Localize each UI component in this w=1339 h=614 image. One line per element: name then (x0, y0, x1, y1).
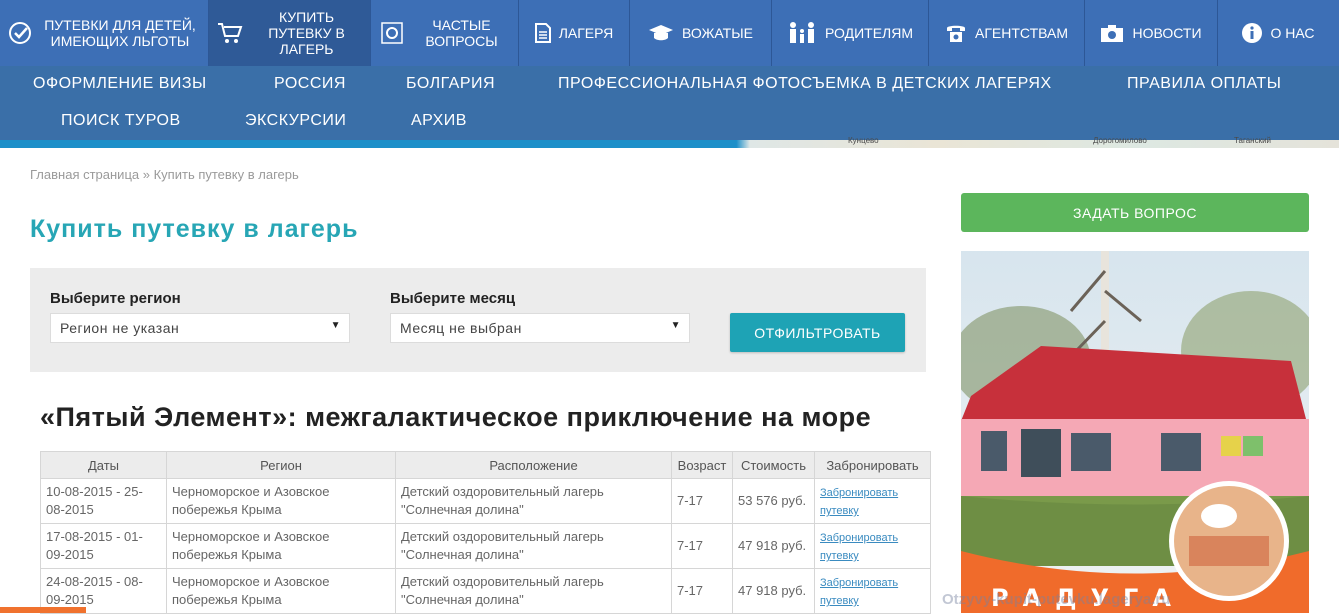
nav-label: Путевки для детей, имеющих льготы (44, 17, 196, 49)
subnav-bulgaria[interactable]: БОЛГАРИЯ (406, 75, 495, 93)
cell-location: Детский оздоровительный лагерь "Солнечна… (395, 478, 672, 524)
cell-book: Забронировать путевку (814, 523, 931, 569)
nav-item-buy[interactable]: Купить путевку в лагерь (209, 0, 371, 66)
month-label: Выберите месяц (390, 290, 516, 307)
book-link[interactable]: Забронировать путевку (820, 487, 898, 517)
cell-location: Детский оздоровительный лагерь "Солнечна… (395, 568, 672, 614)
ask-question-button[interactable]: Задать вопрос (961, 193, 1309, 232)
camp-promo-banner[interactable]: РАДУГА (961, 251, 1309, 613)
cell-region: Черноморское и Азовское побережья Крыма (166, 523, 396, 569)
cell-region: Черноморское и Азовское побережья Крыма (166, 478, 396, 524)
page-title: Купить путевку в лагерь (30, 215, 359, 243)
table-header-row: Даты Регион Расположение Возраст Стоимос… (40, 451, 931, 479)
table-row: 10-08-2015 - 25-08-2015 Черноморское и А… (40, 478, 931, 524)
camp-title: «Пятый Элемент»: межгалактическое приклю… (40, 402, 872, 432)
cell-age: 7-17 (671, 478, 733, 524)
filter-button[interactable]: Отфильтровать (730, 313, 905, 352)
subnav-visa[interactable]: ОФОРМЛЕНИЕ ВИЗЫ (33, 75, 207, 93)
breadcrumb-current: Купить путевку в лагерь (153, 167, 299, 182)
tours-table: Даты Регион Расположение Возраст Стоимос… (40, 451, 931, 614)
col-header-region: Регион (166, 451, 396, 479)
subnav-tour-search[interactable]: ПОИСК ТУРОВ (61, 112, 181, 130)
breadcrumb-separator: » (142, 167, 150, 182)
table-row: 17-08-2015 - 01-09-2015 Черноморское и А… (40, 523, 931, 569)
nav-label: Частые вопросы (425, 17, 498, 49)
nav-item-camps[interactable]: Лагеря (519, 0, 630, 66)
top-navigation: Путевки для детей, имеющих льготы Купить… (0, 0, 1339, 66)
book-link[interactable]: Забронировать путевку (820, 532, 898, 562)
subnav-russia[interactable]: РОССИЯ (274, 75, 346, 93)
cell-dates: 10-08-2015 - 25-08-2015 (40, 478, 167, 524)
col-header-dates: Даты (40, 451, 167, 479)
nav-item-faq[interactable]: Частые вопросы (371, 0, 519, 66)
map-label: Кунцево (848, 136, 879, 145)
watermark: Otzyvy-kupit-putevku.lagerya.ru (942, 591, 1171, 608)
month-select[interactable]: Месяц не выбран ▼ (390, 313, 690, 343)
nav-label: О нас (1270, 25, 1315, 41)
nav-label: Родителям (824, 25, 913, 41)
cell-location: Детский оздоровительный лагерь "Солнечна… (395, 523, 672, 569)
cell-age: 7-17 (671, 568, 733, 614)
phone-icon (947, 25, 965, 42)
camp-photo-illustration (961, 251, 1309, 613)
camera-icon (1101, 25, 1124, 42)
map-label: Дорогомилово (1093, 136, 1147, 145)
sun-icon (381, 22, 403, 44)
col-header-book: Забронировать (814, 451, 931, 479)
book-link[interactable]: Забронировать путевку (820, 577, 898, 607)
nav-item-benefits[interactable]: Путевки для детей, имеющих льготы (0, 0, 209, 66)
region-label: Выберите регион (50, 290, 181, 307)
cell-book: Забронировать путевку (814, 478, 931, 524)
breadcrumb-home[interactable]: Главная страница (30, 167, 139, 182)
subnav-archive[interactable]: АРХИВ (411, 112, 467, 130)
info-icon (1242, 23, 1263, 43)
check-circle-icon (9, 22, 31, 44)
nav-label: Купить путевку в лагерь (268, 9, 345, 57)
cell-price: 47 918 руб. (732, 568, 815, 614)
nav-item-about[interactable]: О нас (1218, 0, 1339, 66)
nav-item-agencies[interactable]: Агентствам (929, 0, 1085, 66)
subnav-photo[interactable]: ПРОФЕССИОНАЛЬНАЯ ФОТОСЪЕМКА В ДЕТСКИХ ЛА… (558, 75, 1052, 93)
map-label: Таганский (1234, 136, 1272, 145)
col-header-price: Стоимость (732, 451, 815, 479)
cell-price: 53 576 руб. (732, 478, 815, 524)
nav-label: Агентствам (975, 25, 1068, 41)
subnav-payment-rules[interactable]: ПРАВИЛА ОПЛАТЫ (1127, 75, 1281, 93)
dropdown-arrow-icon: ▼ (670, 320, 681, 331)
breadcrumb: Главная страница » Купить путевку в лаге… (30, 167, 299, 182)
col-header-location: Расположение (395, 451, 672, 479)
nav-label: Лагеря (558, 25, 614, 41)
secondary-navigation: ОФОРМЛЕНИЕ ВИЗЫ РОССИЯ БОЛГАРИЯ ПРОФЕССИ… (0, 66, 1339, 140)
nav-item-news[interactable]: Новости (1085, 0, 1218, 66)
graduation-cap-icon (649, 25, 674, 41)
family-icon (789, 22, 814, 43)
month-select-value: Месяц не выбран (400, 320, 522, 336)
document-icon (534, 23, 551, 43)
cart-icon (218, 23, 243, 43)
region-select[interactable]: Регион не указан ▼ (50, 313, 350, 343)
nav-item-parents[interactable]: Родителям (772, 0, 929, 66)
scroll-indicator-bar (0, 607, 86, 613)
cell-dates: 17-08-2015 - 01-09-2015 (40, 523, 167, 569)
col-header-age: Возраст (671, 451, 733, 479)
cell-region: Черноморское и Азовское побережья Крыма (166, 568, 396, 614)
region-select-value: Регион не указан (60, 320, 180, 336)
nav-item-counselors[interactable]: Вожатые (630, 0, 772, 66)
cell-price: 47 918 руб. (732, 523, 815, 569)
dropdown-arrow-icon: ▼ (330, 320, 341, 331)
filter-panel: Выберите регион Регион не указан ▼ Выбер… (30, 268, 926, 372)
nav-label: Вожатые (682, 25, 753, 41)
cell-age: 7-17 (671, 523, 733, 569)
subnav-excursions[interactable]: ЭКСКУРСИИ (245, 112, 346, 130)
table-row: 24-08-2015 - 08-09-2015 Черноморское и А… (40, 568, 931, 614)
nav-label: Новости (1132, 25, 1202, 41)
cell-book: Забронировать путевку (814, 568, 931, 614)
